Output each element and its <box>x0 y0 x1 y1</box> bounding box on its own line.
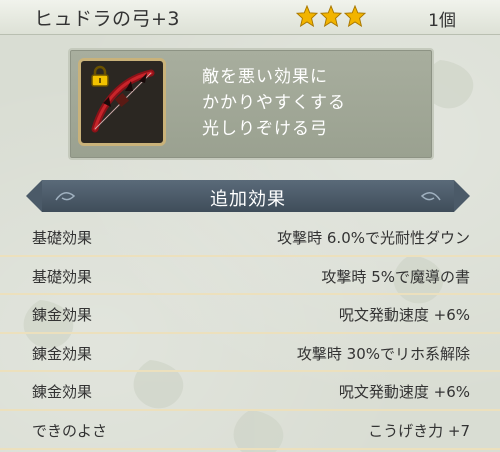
item-detail-panel: ヒュドラの弓+3 1個 敵を悪い効果に かかりやすくする 光しりぞける弓 追加効… <box>0 0 500 452</box>
item-summary: 敵を悪い効果に かかりやすくする 光しりぞける弓 <box>68 48 434 160</box>
title-bar: ヒュドラの弓+3 1個 <box>0 0 500 35</box>
lock-icon <box>91 65 109 87</box>
star-icon <box>320 5 342 27</box>
effect-value: 攻撃時 5%で魔導の書 <box>321 267 470 286</box>
effect-label: 錬金効果 <box>32 383 93 402</box>
star-rating <box>296 5 366 27</box>
description-line: かかりやすくする <box>202 93 346 113</box>
star-icon <box>344 5 366 27</box>
effect-label: 基礎効果 <box>32 267 93 286</box>
effect-row: できのよさ こうげき力 +7 <box>0 411 500 450</box>
item-icon-frame[interactable] <box>78 58 166 146</box>
section-title: 追加効果 <box>210 189 286 210</box>
effect-row: 基礎効果 攻撃時 5%で魔導の書 <box>0 257 500 296</box>
effects-list: 基礎効果 攻撃時 6.0%で光耐性ダウン 基礎効果 攻撃時 5%で魔導の書 錬金… <box>0 218 500 450</box>
star-icon <box>296 5 318 27</box>
effect-label: 基礎効果 <box>32 229 93 247</box>
effect-label: 錬金効果 <box>32 344 93 363</box>
item-count: 1個 <box>428 11 456 31</box>
effect-label: 錬金効果 <box>32 306 93 325</box>
description-line: 光しりぞける弓 <box>202 119 328 139</box>
section-header: 追加効果 <box>26 180 470 212</box>
effect-value: 攻撃時 30%でリホ系解除 <box>296 344 470 363</box>
effect-label: できのよさ <box>32 421 108 440</box>
description-line: 敵を悪い効果に <box>202 67 328 87</box>
effect-value: 攻撃時 6.0%で光耐性ダウン <box>277 229 470 247</box>
item-name: ヒュドラの弓+3 <box>34 8 181 30</box>
effect-row: 錬金効果 呪文発動速度 +6% <box>0 295 500 334</box>
effect-value: 呪文発動速度 +6% <box>338 383 470 402</box>
item-description: 敵を悪い効果に かかりやすくする 光しりぞける弓 <box>202 64 346 142</box>
effect-row: 錬金効果 呪文発動速度 +6% <box>0 372 500 411</box>
effect-row: 基礎効果 攻撃時 6.0%で光耐性ダウン <box>0 218 500 257</box>
effect-value: こうげき力 +7 <box>368 421 470 440</box>
effect-value: 呪文発動速度 +6% <box>338 306 470 325</box>
effect-row: 錬金効果 攻撃時 30%でリホ系解除 <box>0 334 500 373</box>
